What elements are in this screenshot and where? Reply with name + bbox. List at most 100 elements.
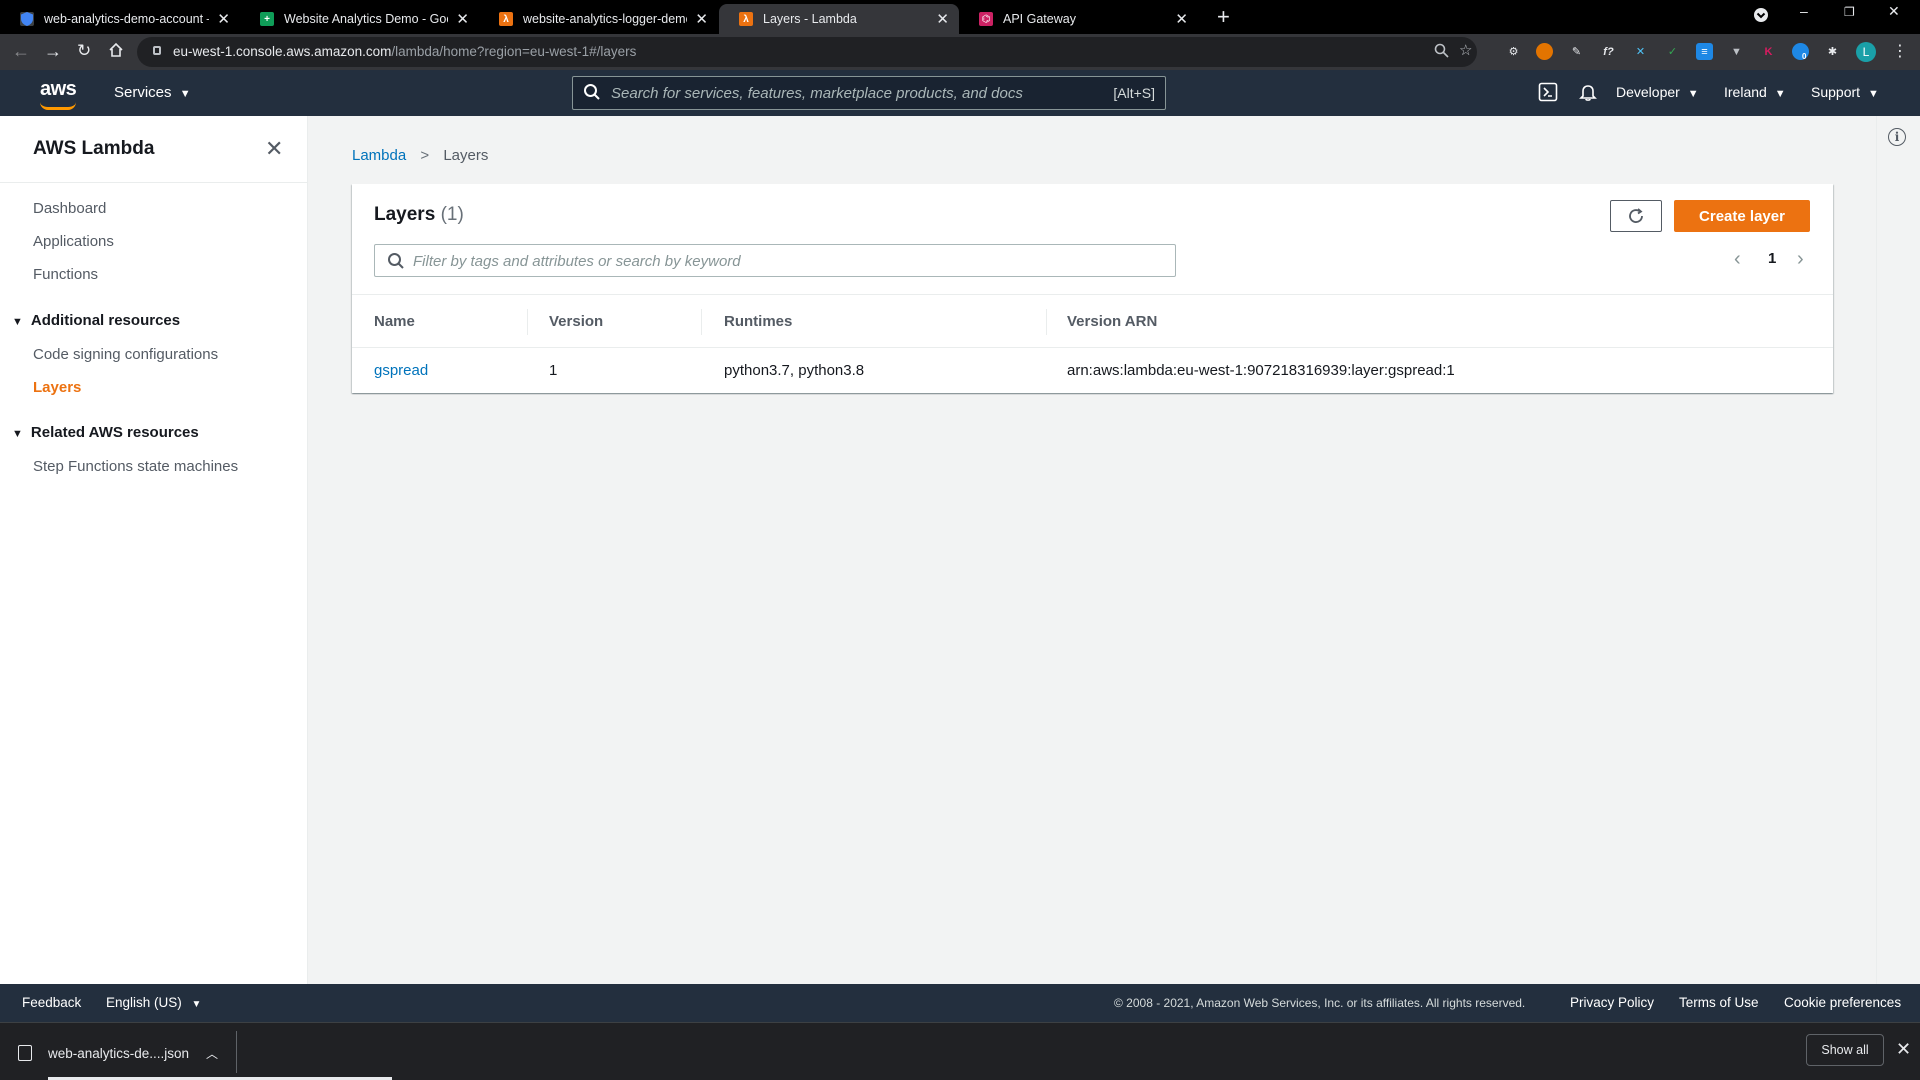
aws-logo[interactable]: aws xyxy=(40,78,77,110)
sidebar-item-functions[interactable]: Functions xyxy=(33,266,98,283)
close-icon[interactable]: ✕ xyxy=(1896,1039,1911,1060)
support-menu[interactable]: Support ▼ xyxy=(1811,84,1879,100)
layer-name-link[interactable]: gspread xyxy=(374,362,428,379)
extension-badge-icon[interactable]: 0 xyxy=(1792,43,1809,61)
restore-icon[interactable]: ❐ xyxy=(1844,5,1855,19)
sidebar-item-applications[interactable]: Applications xyxy=(33,233,114,250)
breadcrumb-lambda-link[interactable]: Lambda xyxy=(352,147,406,164)
home-icon[interactable] xyxy=(108,42,124,61)
account-menu[interactable]: Developer ▼ xyxy=(1616,84,1699,100)
language-selector[interactable]: English (US) ▼ xyxy=(106,995,201,1010)
terms-of-use-link[interactable]: Terms of Use xyxy=(1679,995,1759,1010)
previous-page-icon[interactable]: ‹ xyxy=(1734,248,1741,270)
sidebar-item-step-functions[interactable]: Step Functions state machines xyxy=(33,458,238,475)
caret-down-icon: ▼ xyxy=(1687,88,1699,100)
cloudshell-icon[interactable] xyxy=(1538,82,1558,107)
caret-down-icon: ▼ xyxy=(179,88,191,100)
url-host: eu-west-1.console.aws.amazon.com xyxy=(173,44,392,59)
close-window-icon[interactable]: ✕ xyxy=(1888,3,1900,20)
aws-search-bar[interactable]: Search for services, features, marketpla… xyxy=(572,76,1166,110)
new-tab-icon[interactable]: + xyxy=(1217,6,1230,28)
profile-avatar[interactable]: L xyxy=(1856,42,1876,62)
region-menu[interactable]: Ireland ▼ xyxy=(1724,84,1786,100)
sidebar-section-additional-resources[interactable]: ▼ Additional resources xyxy=(12,312,180,329)
privacy-policy-link[interactable]: Privacy Policy xyxy=(1570,995,1654,1010)
browser-tab-1[interactable]: web-analytics-demo-account – I ✕ xyxy=(0,4,240,34)
cookie-preferences-link[interactable]: Cookie preferences xyxy=(1784,995,1901,1010)
reload-icon[interactable]: ↻ xyxy=(77,42,91,60)
close-tab-icon[interactable]: ✕ xyxy=(1175,10,1188,28)
refresh-icon xyxy=(1629,208,1643,223)
copyright-text: © 2008 - 2021, Amazon Web Services, Inc.… xyxy=(1114,996,1526,1010)
support-label: Support xyxy=(1811,84,1861,100)
download-item[interactable]: web-analytics-de....json xyxy=(18,1039,189,1067)
extension-gear-icon[interactable]: ⚙ xyxy=(1505,43,1522,60)
sidebar-item-dashboard[interactable]: Dashboard xyxy=(33,200,106,217)
browser-tab-5[interactable]: ⌬ API Gateway ✕ xyxy=(959,4,1198,34)
next-page-icon[interactable]: › xyxy=(1797,248,1804,270)
extension-k-icon[interactable]: K xyxy=(1760,43,1777,60)
back-icon[interactable]: ← xyxy=(12,42,30,60)
browser-tab-2[interactable]: + Website Analytics Demo - Googl ✕ xyxy=(240,4,479,34)
close-tab-icon[interactable]: ✕ xyxy=(695,10,708,28)
extension-doc-icon[interactable]: ≡ xyxy=(1696,43,1713,60)
services-menu[interactable]: Services ▼ xyxy=(114,84,191,101)
tab-title: website-analytics-logger-demo - xyxy=(523,12,688,26)
minimize-icon[interactable]: – xyxy=(1800,3,1808,19)
pagination: ‹ xyxy=(1734,248,1741,270)
lock-icon xyxy=(153,46,161,55)
column-header-runtimes[interactable]: Runtimes xyxy=(724,313,792,330)
pagination-next: › xyxy=(1797,248,1804,270)
extensions-puzzle-icon[interactable]: ✱ xyxy=(1824,43,1841,60)
column-header-name[interactable]: Name xyxy=(374,313,415,330)
sheets-icon: + xyxy=(260,12,274,26)
create-layer-button[interactable]: Create layer xyxy=(1674,200,1810,232)
sidebar-item-layers[interactable]: Layers xyxy=(33,379,81,396)
sidebar-section-related-resources[interactable]: ▼ Related AWS resources xyxy=(12,424,199,441)
close-tab-icon[interactable]: ✕ xyxy=(217,10,230,28)
extension-x-icon[interactable]: ✕ xyxy=(1632,43,1649,60)
section-label: Related AWS resources xyxy=(30,424,199,441)
extension-function-icon[interactable]: f? xyxy=(1600,43,1617,60)
filter-input[interactable] xyxy=(413,251,1153,271)
panel-title-text: Layers xyxy=(374,204,436,225)
close-tab-icon[interactable]: ✕ xyxy=(456,10,469,28)
layers-table-container: Layers (1) Create layer ‹ 1 › Name Versi… xyxy=(352,184,1833,393)
bookmark-star-icon[interactable]: ☆ xyxy=(1459,41,1472,59)
tab-title: API Gateway xyxy=(1003,12,1076,26)
tab-search-icon[interactable] xyxy=(1753,7,1769,26)
close-icon[interactable]: ✕ xyxy=(265,138,283,160)
extension-pen-icon[interactable]: ✎ xyxy=(1568,43,1585,60)
column-header-version-arn[interactable]: Version ARN xyxy=(1067,313,1157,330)
show-all-downloads-button[interactable]: Show all xyxy=(1806,1034,1884,1066)
tab-title: web-analytics-demo-account – I xyxy=(44,12,210,26)
browser-tab-4-active[interactable]: λ Layers - Lambda ✕ xyxy=(719,4,959,34)
zoom-icon[interactable] xyxy=(1434,43,1449,62)
browser-tab-3[interactable]: λ website-analytics-logger-demo - ✕ xyxy=(479,4,718,34)
shield-icon xyxy=(20,12,34,26)
notifications-bell-icon[interactable] xyxy=(1578,82,1598,107)
filter-search-field[interactable] xyxy=(374,244,1176,277)
browser-tab-strip: web-analytics-demo-account – I ✕ + Websi… xyxy=(0,0,1920,34)
column-header-version[interactable]: Version xyxy=(549,313,603,330)
sidebar-title: AWS Lambda xyxy=(33,138,155,159)
info-icon[interactable]: i xyxy=(1888,128,1906,146)
column-divider xyxy=(1046,309,1047,335)
sidebar-item-code-signing[interactable]: Code signing configurations xyxy=(33,346,218,363)
forward-icon[interactable]: → xyxy=(44,42,62,60)
chevron-right-icon: > xyxy=(420,147,430,164)
close-tab-icon[interactable]: ✕ xyxy=(936,10,949,28)
chevron-up-icon[interactable]: ︿ xyxy=(206,1045,218,1062)
address-bar[interactable]: eu-west-1.console.aws.amazon.com/lambda/… xyxy=(137,37,1477,67)
browser-menu-icon[interactable]: ⋮ xyxy=(1892,41,1908,61)
feedback-link[interactable]: Feedback xyxy=(22,995,81,1010)
extension-check-icon[interactable]: ✓ xyxy=(1664,43,1681,60)
layer-version: 1 xyxy=(549,362,558,379)
sidebar-divider xyxy=(0,182,307,183)
extension-v-icon[interactable]: ▼ xyxy=(1728,43,1745,60)
pagination-page[interactable]: 1 xyxy=(1768,250,1776,267)
extension-badge: 0 xyxy=(1802,52,1807,61)
region-label: Ireland xyxy=(1724,84,1767,100)
extension-icon[interactable] xyxy=(1536,43,1553,60)
refresh-button[interactable] xyxy=(1610,200,1662,232)
